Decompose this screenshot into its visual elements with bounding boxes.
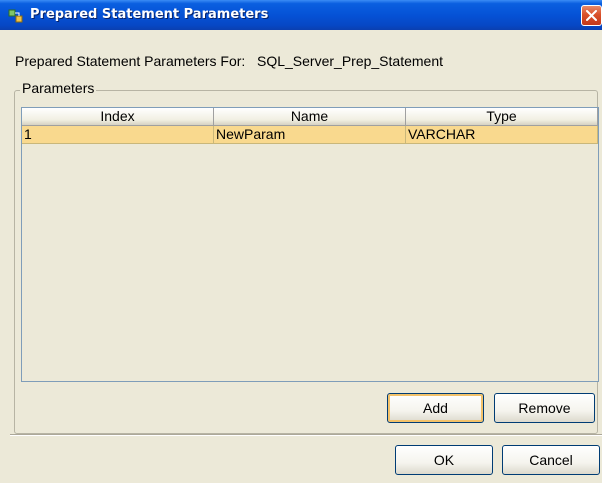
close-icon bbox=[586, 10, 597, 21]
window-title: Prepared Statement Parameters bbox=[30, 7, 269, 22]
parameters-group-title: Parameters bbox=[20, 80, 97, 96]
footer-divider bbox=[10, 434, 602, 436]
ok-button[interactable]: OK bbox=[395, 445, 493, 475]
parameters-table[interactable]: Index Name Type 1 NewParam VARCHAR bbox=[21, 107, 599, 382]
header-label: Prepared Statement Parameters For: SQL_S… bbox=[15, 53, 443, 69]
remove-button[interactable]: Remove bbox=[494, 393, 595, 423]
cell-type[interactable]: VARCHAR bbox=[406, 126, 598, 144]
add-button[interactable]: Add bbox=[387, 393, 484, 423]
dialog-window: Prepared Statement Parameters Prepared S… bbox=[0, 0, 602, 483]
cell-index[interactable]: 1 bbox=[22, 126, 214, 144]
column-header-type[interactable]: Type bbox=[406, 108, 598, 126]
title-bar[interactable]: Prepared Statement Parameters bbox=[0, 0, 602, 30]
table-header: Index Name Type bbox=[22, 108, 598, 126]
table-row[interactable]: 1 NewParam VARCHAR bbox=[22, 126, 598, 144]
cancel-button[interactable]: Cancel bbox=[502, 445, 600, 475]
cell-name[interactable]: NewParam bbox=[214, 126, 406, 144]
header-label-text: Prepared Statement Parameters For: bbox=[15, 53, 246, 69]
app-icon bbox=[8, 8, 24, 24]
column-header-name[interactable]: Name bbox=[214, 108, 406, 126]
statement-name: SQL_Server_Prep_Statement bbox=[257, 53, 443, 69]
table-body: 1 NewParam VARCHAR bbox=[22, 126, 598, 144]
close-button[interactable] bbox=[581, 5, 602, 26]
column-header-index[interactable]: Index bbox=[22, 108, 214, 126]
